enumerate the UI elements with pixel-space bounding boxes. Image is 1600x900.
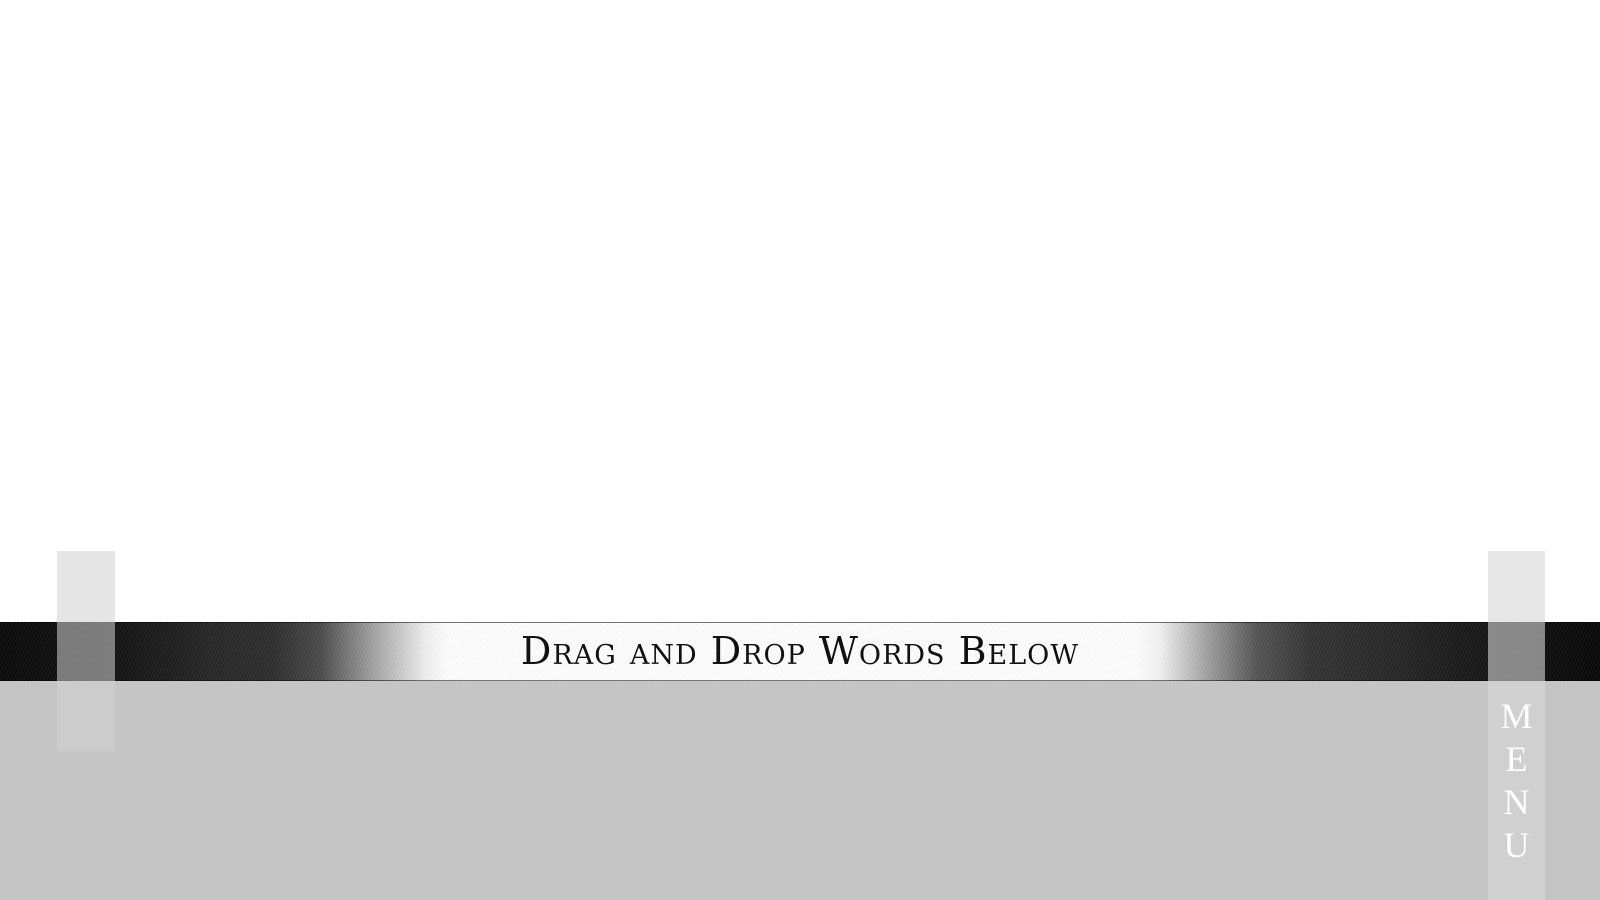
menu-label: M E N U: [1488, 695, 1545, 867]
menu-letter: U: [1503, 825, 1530, 865]
menu-letter: N: [1503, 782, 1530, 822]
left-side-handle[interactable]: [57, 551, 115, 751]
menu-button[interactable]: M E N U: [1488, 551, 1545, 900]
menu-letter: E: [1505, 739, 1528, 779]
instruction-banner: Drag and Drop Words Below: [0, 622, 1600, 681]
drop-area[interactable]: [0, 0, 1600, 622]
instruction-text: Drag and Drop Words Below: [520, 629, 1080, 673]
word-tray[interactable]: [0, 681, 1600, 900]
menu-letter: M: [1500, 696, 1533, 736]
